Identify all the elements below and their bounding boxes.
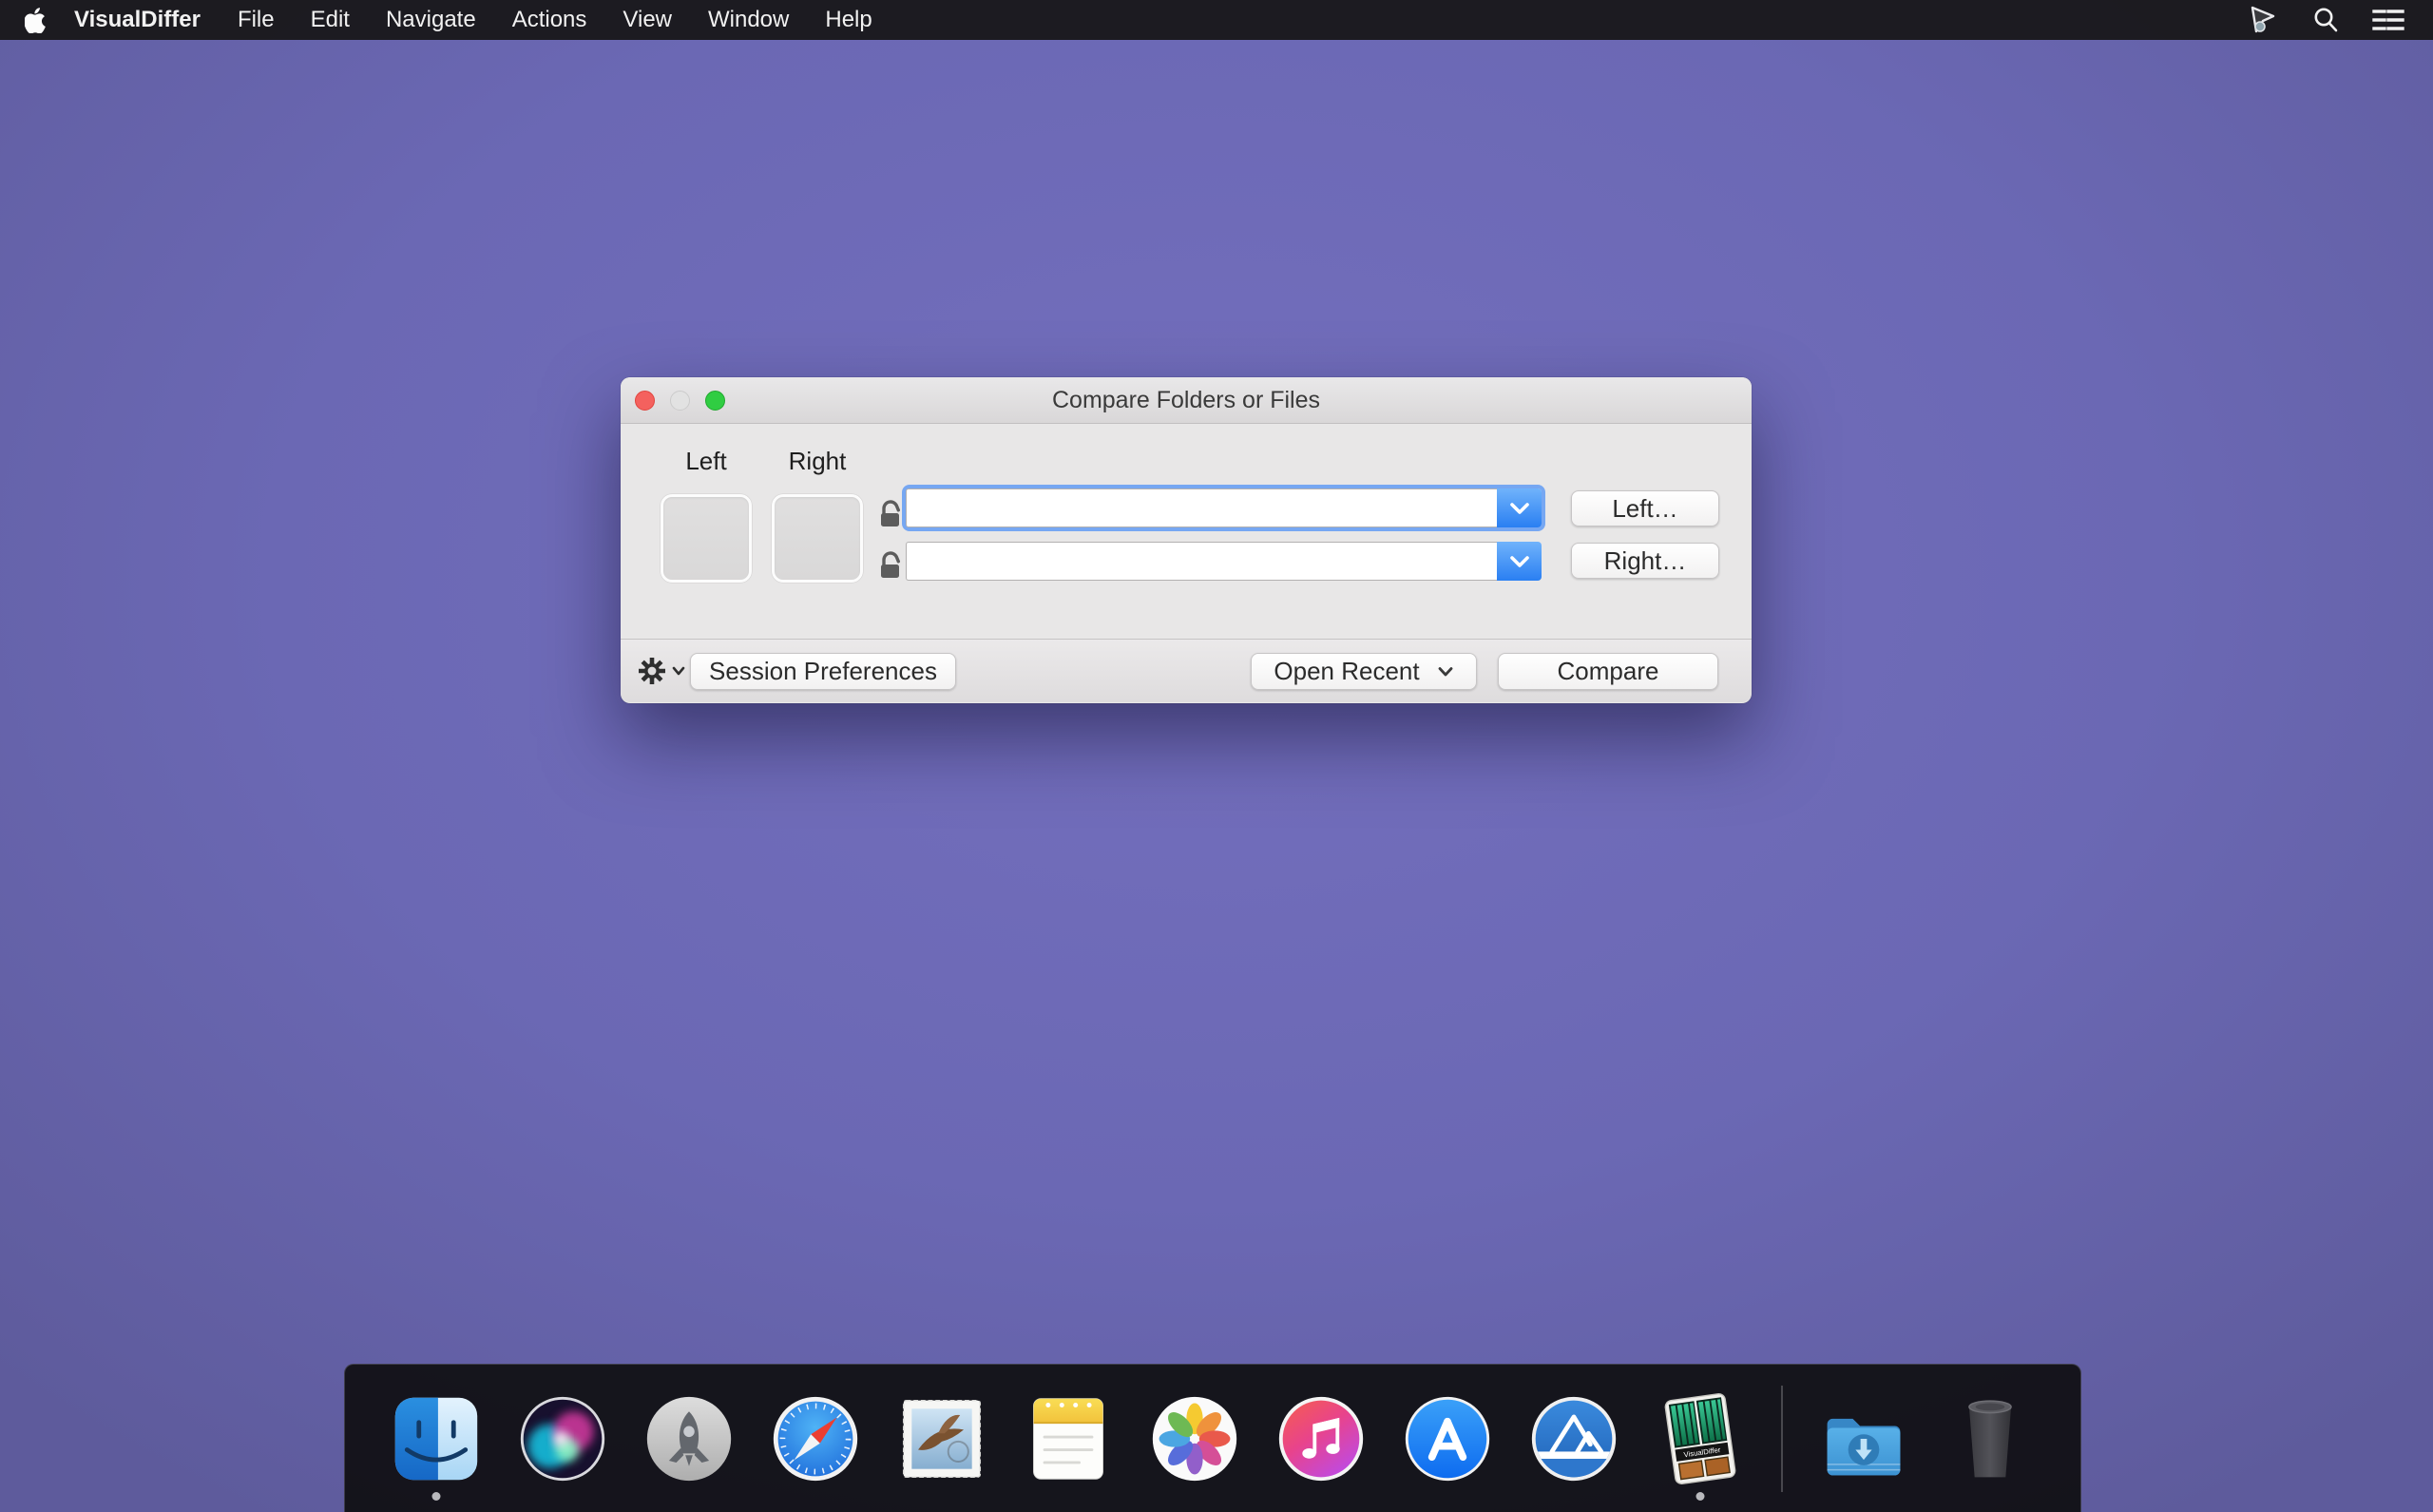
left-path-input[interactable] xyxy=(906,488,1497,527)
left-path-dropdown-button[interactable] xyxy=(1497,488,1542,527)
chevron-down-icon xyxy=(672,666,685,676)
window-bottom-bar: Session Preferences Open Recent Compare xyxy=(621,639,1752,702)
session-preferences-button[interactable]: Session Preferences xyxy=(690,653,956,690)
dock: VisualDiffer xyxy=(344,1364,2081,1512)
window-title-bar[interactable]: Compare Folders or Files xyxy=(621,377,1752,424)
menu-help[interactable]: Help xyxy=(807,0,890,40)
left-pane-label: Left xyxy=(685,447,727,475)
notification-center-icon[interactable] xyxy=(2372,7,2404,33)
left-unlock-icon[interactable] xyxy=(878,500,903,528)
visualdiffer-icon[interactable]: VisualDiffer xyxy=(1655,1392,1746,1484)
right-unlock-icon[interactable] xyxy=(878,551,903,580)
menu-window[interactable]: Window xyxy=(690,0,807,40)
menu-file[interactable]: File xyxy=(220,0,293,40)
right-path-input[interactable] xyxy=(906,542,1497,581)
menu-view[interactable]: View xyxy=(604,0,690,40)
compare-button[interactable]: Compare xyxy=(1498,653,1718,690)
compare-form: Left Right Left… Right… xyxy=(621,424,1752,639)
compare-window: Compare Folders or Files Left Right Left… xyxy=(621,377,1752,703)
choose-left-button[interactable]: Left… xyxy=(1571,490,1719,526)
apple-menu-icon[interactable] xyxy=(13,7,57,33)
menu-edit[interactable]: Edit xyxy=(293,0,368,40)
finder-icon[interactable] xyxy=(391,1393,482,1484)
itunes-icon[interactable] xyxy=(1275,1393,1367,1484)
right-path-dropdown-button[interactable] xyxy=(1497,542,1542,581)
mail-icon[interactable] xyxy=(896,1393,987,1484)
choose-right-button[interactable]: Right… xyxy=(1571,543,1719,579)
downloads-folder-icon[interactable] xyxy=(1818,1393,1909,1484)
left-folder-drop-well[interactable] xyxy=(661,494,752,583)
right-pane-label: Right xyxy=(788,447,847,475)
traffic-lights xyxy=(635,377,725,424)
blue-mountain-app-icon[interactable] xyxy=(1528,1393,1619,1484)
launchpad-icon[interactable] xyxy=(643,1393,735,1484)
left-path-combo xyxy=(906,488,1542,527)
safari-icon[interactable] xyxy=(770,1393,861,1484)
trash-icon[interactable] xyxy=(1944,1393,2036,1484)
menu-navigate[interactable]: Navigate xyxy=(368,0,494,40)
menu-bar-status-area xyxy=(2245,4,2420,36)
notes-icon[interactable] xyxy=(1023,1393,1114,1484)
chevron-down-icon xyxy=(1438,666,1453,676)
siri-icon[interactable] xyxy=(517,1393,608,1484)
minimize-button-disabled xyxy=(670,391,690,411)
open-recent-label: Open Recent xyxy=(1274,657,1420,685)
close-button[interactable] xyxy=(635,391,655,411)
window-title: Compare Folders or Files xyxy=(1051,386,1321,413)
photos-icon[interactable] xyxy=(1149,1393,1240,1484)
right-path-combo xyxy=(906,542,1542,581)
app-store-icon[interactable] xyxy=(1402,1393,1493,1484)
open-recent-dropdown[interactable]: Open Recent xyxy=(1251,653,1477,690)
right-folder-drop-well[interactable] xyxy=(772,494,863,583)
spotlight-search-icon[interactable] xyxy=(2311,6,2340,34)
cursor-status-icon[interactable] xyxy=(2245,4,2279,36)
menu-actions[interactable]: Actions xyxy=(494,0,605,40)
menu-bar: VisualDiffer File Edit Navigate Actions … xyxy=(0,0,2433,40)
dock-separator xyxy=(1780,1385,1783,1492)
active-app-name[interactable]: VisualDiffer xyxy=(57,7,220,33)
zoom-button[interactable] xyxy=(705,391,725,411)
gear-icon xyxy=(639,658,665,684)
action-gear-menu[interactable] xyxy=(636,655,685,687)
